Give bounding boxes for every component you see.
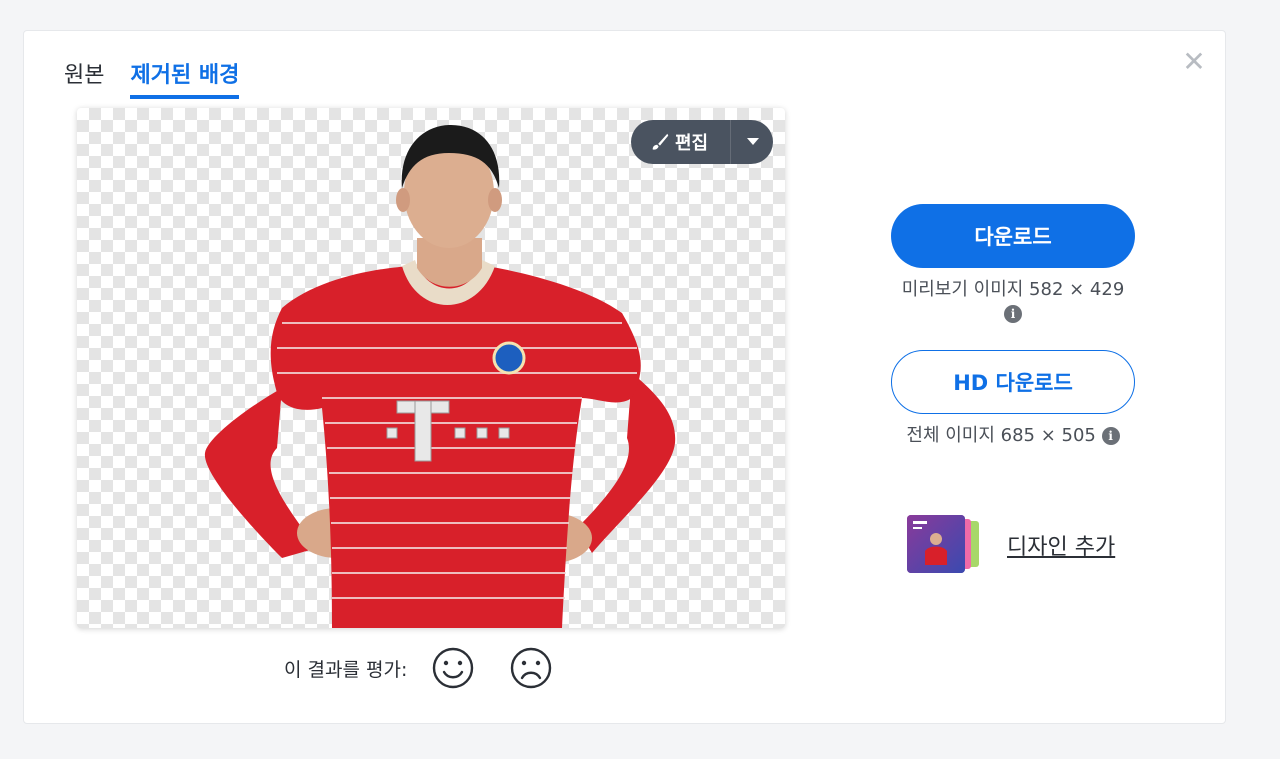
design-thumbnails-icon — [907, 515, 979, 573]
info-icon[interactable]: i — [1004, 305, 1022, 323]
rating-bar: 이 결과를 평가: — [284, 646, 587, 690]
ear-left — [396, 188, 410, 212]
download-panel: 다운로드 미리보기 이미지 582 × 429 i HD 다운로드 전체 이미지… — [891, 204, 1135, 448]
result-preview: 편집 — [77, 108, 785, 628]
edit-button[interactable]: 편집 — [631, 120, 773, 164]
full-size-info: 전체 이미지 685 × 505 i — [891, 424, 1135, 448]
brush-icon — [652, 133, 669, 150]
subject-image — [204, 124, 676, 628]
close-icon[interactable]: ✕ — [1181, 48, 1207, 76]
result-card: 원본 제거된 배경 ✕ 편집 이 결과를 평가: 다운로드 미리보기 이미지 5… — [23, 30, 1226, 724]
info-icon[interactable]: i — [1101, 427, 1120, 445]
hd-download-button[interactable]: HD 다운로드 — [891, 350, 1135, 414]
tab-original[interactable]: 원본 — [64, 57, 104, 99]
full-size-text: 전체 이미지 685 × 505 — [906, 425, 1096, 446]
frown-face-icon[interactable] — [509, 646, 553, 690]
edit-label: 편집 — [675, 133, 709, 154]
rating-prompt: 이 결과를 평가: — [284, 658, 408, 681]
preview-size-text: 미리보기 이미지 582 × 429 — [901, 279, 1125, 300]
tab-removed-background[interactable]: 제거된 배경 — [130, 57, 240, 99]
download-button[interactable]: 다운로드 — [891, 204, 1135, 268]
chevron-down-icon[interactable] — [747, 138, 759, 145]
preview-size-info: 미리보기 이미지 582 × 429 i — [891, 278, 1135, 326]
ear-right — [488, 188, 502, 212]
view-tabs: 원본 제거된 배경 — [64, 57, 240, 99]
add-design[interactable]: 디자인 추가 — [907, 515, 1115, 575]
add-design-link[interactable]: 디자인 추가 — [1007, 529, 1115, 561]
crest — [492, 341, 526, 375]
smile-face-icon[interactable] — [431, 646, 475, 690]
